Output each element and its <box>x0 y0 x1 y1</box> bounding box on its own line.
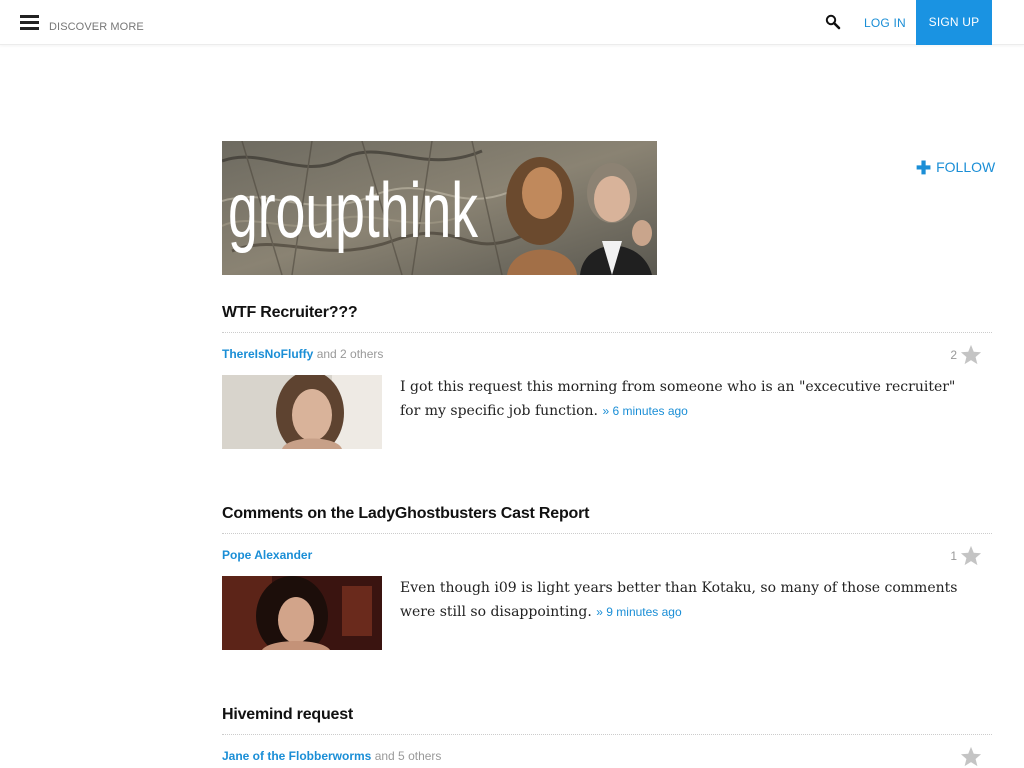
post-excerpt: Even though i09 is light years better th… <box>400 576 960 624</box>
post-item: WTF Recruiter??? ThereIsNoFluffy and 2 o… <box>222 304 992 449</box>
follow-button[interactable]: ✚ FOLLOW <box>916 158 995 179</box>
post-title[interactable]: WTF Recruiter??? <box>222 304 992 333</box>
post-thumbnail[interactable] <box>222 375 382 449</box>
post-excerpt: I got this request this morning from som… <box>400 375 960 423</box>
star-icon <box>960 746 982 767</box>
recommend-button[interactable]: 2 <box>950 344 982 365</box>
hamburger-menu-icon[interactable] <box>20 15 39 30</box>
other-authors: and 2 others <box>316 347 384 361</box>
discover-more-link[interactable]: DISCOVER MORE <box>49 21 144 33</box>
login-link[interactable]: LOG IN <box>864 16 906 30</box>
post-byline: ThereIsNoFluffy and 2 others 2 <box>222 344 992 365</box>
author-link[interactable]: ThereIsNoFluffy <box>222 347 313 361</box>
other-authors: and 5 others <box>374 749 442 763</box>
author-link[interactable]: Jane of the Flobberworms <box>222 749 371 763</box>
post-timestamp[interactable]: » 9 minutes ago <box>596 605 681 619</box>
post-title[interactable]: Hivemind request <box>222 706 992 735</box>
star-count: 1 <box>950 548 957 563</box>
search-icon[interactable] <box>825 14 841 30</box>
banner-title: groupthink <box>228 166 479 254</box>
recommend-button[interactable]: 1 <box>950 545 982 566</box>
post-thumbnail[interactable] <box>222 576 382 650</box>
post-timestamp[interactable]: » 6 minutes ago <box>602 404 687 418</box>
plus-icon: ✚ <box>916 158 932 178</box>
star-icon <box>960 344 982 365</box>
post-byline: Jane of the Flobberworms and 5 others <box>222 746 992 767</box>
blog-banner[interactable]: groupthink <box>222 141 657 275</box>
author-link[interactable]: Pope Alexander <box>222 548 312 562</box>
star-count: 2 <box>950 347 957 362</box>
banner-image: groupthink <box>222 141 657 275</box>
recommend-button[interactable] <box>957 746 982 767</box>
post-item: Hivemind request Jane of the Flobberworm… <box>222 706 992 767</box>
post-title[interactable]: Comments on the LadyGhostbusters Cast Re… <box>222 505 992 534</box>
star-icon <box>960 545 982 566</box>
top-bar: DISCOVER MORE LOG IN SIGN UP <box>0 0 1024 45</box>
signup-button[interactable]: SIGN UP <box>916 0 992 45</box>
post-item: Comments on the LadyGhostbusters Cast Re… <box>222 505 992 650</box>
follow-label: FOLLOW <box>936 159 996 175</box>
post-byline: Pope Alexander 1 <box>222 545 992 566</box>
post-body: Even though i09 is light years better th… <box>222 576 992 650</box>
post-body: I got this request this morning from som… <box>222 375 992 449</box>
